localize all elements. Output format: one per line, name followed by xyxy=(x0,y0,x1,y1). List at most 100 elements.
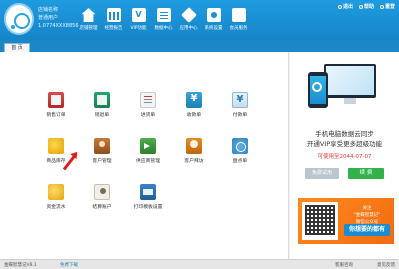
grid-label: 商品库存 xyxy=(46,159,66,164)
nav-data-center[interactable]: 数据中心 xyxy=(151,6,176,36)
renew-button[interactable]: 续 费 xyxy=(348,168,384,179)
exit-icon xyxy=(337,4,342,9)
nav-system-settings[interactable]: 系统设置 xyxy=(201,6,226,36)
nav-vip[interactable]: VIP功能 xyxy=(126,6,151,36)
gear-icon xyxy=(206,8,221,22)
grid-item-payment[interactable]: 付款单 xyxy=(220,92,260,118)
grid-item-visit[interactable]: 客户拜访 xyxy=(174,138,214,164)
status-bar: 金蝶智慧记V8.1 免费下载 客服咨询 意见反馈 xyxy=(0,259,399,269)
grid-label: 客户管理 xyxy=(92,159,112,164)
home-icon xyxy=(81,8,96,22)
relogin-button[interactable]: 重登 xyxy=(379,3,395,10)
payment-icon xyxy=(232,92,248,108)
sales-return-icon xyxy=(94,92,110,108)
nav-app-center[interactable]: 应用中心 xyxy=(176,6,201,36)
monitor-stand xyxy=(344,98,356,104)
qr-pattern xyxy=(305,205,335,235)
window-controls: 退出 帮助 重登 xyxy=(337,3,395,10)
grid-label: 结算账户 xyxy=(92,205,112,210)
user-line2: 普通用户 xyxy=(38,15,59,21)
home-content: 销售订单 销退单 进货单 收款单 付款单 商品库存 客户管理 供应商管理 xyxy=(0,52,289,259)
grid-label: 盘点单 xyxy=(232,159,248,164)
expiry-text: 可使用至2044-07-07 xyxy=(317,154,372,160)
free-trial-button[interactable]: 免费试用 xyxy=(305,168,339,179)
grid-label: 打印模板设置 xyxy=(133,205,163,210)
help-button[interactable]: 帮助 xyxy=(358,3,374,10)
feedback-link[interactable]: 意见反馈 xyxy=(377,262,395,268)
tab-home[interactable]: 首 页 xyxy=(4,43,30,52)
monitor-icon xyxy=(324,64,376,98)
phone-logo-icon xyxy=(312,82,322,92)
nav-label: 数据中心 xyxy=(154,26,173,31)
promo-line2: 开通VIP享受更多超级功能 xyxy=(306,140,383,148)
exit-label: 退出 xyxy=(342,4,353,10)
nav-label: 应用中心 xyxy=(179,26,198,31)
wechat-qr-banner[interactable]: 关注 "金蝶智慧记" 微信公众号 你想要的都有 xyxy=(298,198,394,244)
purchase-order-icon xyxy=(140,92,156,108)
promo-line1: 手机电脑数据云同步 xyxy=(315,130,374,138)
document-icon xyxy=(156,8,171,22)
customer-service-link[interactable]: 客服咨询 xyxy=(335,262,353,268)
grid-item-receipt[interactable]: 收款单 xyxy=(174,92,214,118)
grid-label: 销售订单 xyxy=(46,113,66,118)
bar-chart-icon xyxy=(106,8,121,22)
user-line3: 1.0774XXX8856 xyxy=(38,23,79,29)
grid-item-sales-order[interactable]: 销售订单 xyxy=(36,92,76,118)
customer-icon xyxy=(94,138,110,154)
grid-item-print-template[interactable]: 打印模板设置 xyxy=(128,184,168,210)
grid-label: 收款单 xyxy=(186,113,202,118)
tab-bar xyxy=(0,40,399,52)
nav-label: 经营报告 xyxy=(104,26,123,31)
nav-label: VIP功能 xyxy=(130,26,147,31)
user-info[interactable]: 店铺名称 普通用户 1.0774XXX8856 xyxy=(38,6,79,30)
supplier-icon xyxy=(140,138,156,154)
nav-store-management[interactable]: 店铺管理 xyxy=(76,6,101,36)
grid-item-purchase-order[interactable]: 进货单 xyxy=(128,92,168,118)
version-text: 金蝶智慧记V8.1 xyxy=(4,263,37,268)
devices-illustration xyxy=(306,64,382,114)
nav-label: 系统设置 xyxy=(204,26,223,31)
cube-icon xyxy=(180,7,197,23)
sales-order-icon xyxy=(48,92,64,108)
grid-item-supplier[interactable]: 供应商管理 xyxy=(128,138,168,164)
relogin-label: 重登 xyxy=(384,4,395,10)
settlement-icon xyxy=(94,184,110,200)
receipt-icon xyxy=(186,92,202,108)
exit-button[interactable]: 退出 xyxy=(337,3,353,10)
grid-label: 销退单 xyxy=(94,113,110,118)
qr-code xyxy=(302,202,338,240)
heart-icon xyxy=(231,8,246,22)
visit-icon xyxy=(186,138,202,154)
grid-item-stocktake[interactable]: 盘点单 xyxy=(220,138,260,164)
nav-business-report[interactable]: 经营报告 xyxy=(101,6,126,36)
download-link[interactable]: 免费下载 xyxy=(60,262,78,268)
vip-icon xyxy=(131,8,146,22)
grid-label: 客户拜访 xyxy=(184,159,204,164)
grid-label: 付款单 xyxy=(232,113,248,118)
printer-icon xyxy=(140,184,156,200)
grid-item-sales-return[interactable]: 销退单 xyxy=(82,92,122,118)
user-line1: 店铺名称 xyxy=(38,7,59,13)
grid-label: 进货单 xyxy=(140,113,156,118)
main-nav: 店铺管理 经营报告 VIP功能 数据中心 应用中心 系统设置 会员服务 xyxy=(76,6,251,36)
qr-caption: 关注 "金蝶智慧记" 微信公众号 xyxy=(353,206,381,225)
grid-item-customer[interactable]: 客户管理 xyxy=(82,138,122,164)
grid-item-settlement[interactable]: 结算账户 xyxy=(82,184,122,210)
grid-item-cash-flow[interactable]: 资金流水 xyxy=(36,184,76,210)
stocktake-icon xyxy=(232,138,248,154)
help-icon xyxy=(358,4,363,9)
vip-promo: 手机电脑数据云同步 开通VIP享受更多超级功能 可使用至2044-07-07 免… xyxy=(290,52,399,192)
grid-label: 资金流水 xyxy=(46,205,66,210)
cash-flow-icon xyxy=(48,184,64,200)
nav-member-service[interactable]: 会员服务 xyxy=(226,6,251,36)
grid-label: 供应商管理 xyxy=(136,159,160,164)
nav-label: 会员服务 xyxy=(229,26,248,31)
help-label: 帮助 xyxy=(363,4,374,10)
promo-panel: 手机电脑数据云同步 开通VIP享受更多超级功能 可使用至2044-07-07 免… xyxy=(290,52,399,259)
nav-label: 店铺管理 xyxy=(79,26,98,31)
top-toolbar: 店铺名称 普通用户 1.0774XXX8856 店铺管理 经营报告 VIP功能 … xyxy=(0,0,399,40)
qr-slogan: 你想要的都有 xyxy=(344,224,390,236)
app-logo xyxy=(4,3,34,35)
relogin-icon xyxy=(379,4,384,9)
inventory-icon xyxy=(48,138,64,154)
